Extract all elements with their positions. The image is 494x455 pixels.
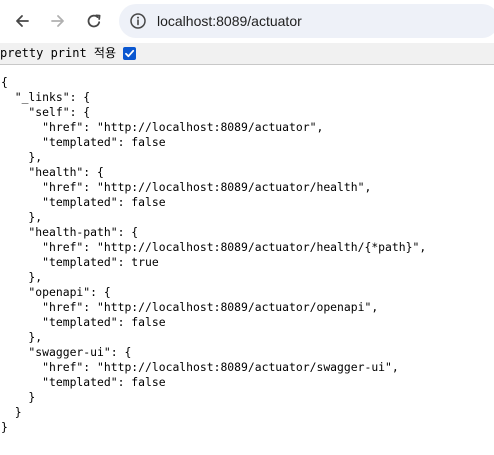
json-line: "templated": false [1, 375, 166, 389]
json-line: } [1, 390, 36, 404]
json-line: "href": "http://localhost:8089/actuator/… [1, 300, 379, 314]
json-line: "templated": false [1, 315, 166, 329]
json-line: "templated": false [1, 195, 166, 209]
json-line: "href": "http://localhost:8089/actuator/… [1, 240, 427, 254]
json-line: } [1, 420, 8, 434]
json-line: "openapi": { [1, 285, 111, 299]
pretty-print-checkbox[interactable] [123, 47, 136, 60]
json-line: { [1, 75, 8, 89]
pretty-print-label: pretty print 적용 [0, 46, 117, 60]
json-line: "href": "http://localhost:8089/actuator/… [1, 360, 399, 374]
reload-button[interactable] [79, 6, 109, 36]
arrow-right-icon [51, 15, 64, 27]
back-button[interactable] [7, 6, 37, 36]
json-line: "templated": false [1, 135, 166, 149]
json-line: }, [1, 330, 43, 344]
url-text: localhost:8089/actuator [157, 13, 302, 29]
json-line: "self": { [1, 105, 91, 119]
json-line: "templated": true [1, 255, 159, 269]
json-line: } [1, 405, 22, 419]
json-line: "_links": { [1, 90, 91, 104]
forward-button[interactable] [43, 6, 73, 36]
checkmark-icon [125, 49, 135, 58]
reload-icon [87, 14, 101, 28]
json-line: "health-path": { [1, 225, 139, 239]
json-line: }, [1, 150, 43, 164]
json-line: }, [1, 210, 43, 224]
arrow-left-icon [16, 15, 29, 27]
info-icon[interactable] [129, 12, 147, 30]
json-content: { "_links": { "self": { "href": "http://… [1, 75, 426, 435]
json-line: "swagger-ui": { [1, 345, 132, 359]
pretty-print-bar: pretty print 적용 [0, 43, 494, 65]
json-line: }, [1, 270, 43, 284]
json-line: "href": "http://localhost:8089/actuator"… [1, 120, 324, 134]
address-bar[interactable]: localhost:8089/actuator [119, 4, 494, 38]
browser-toolbar: localhost:8089/actuator [0, 0, 494, 42]
json-line: "href": "http://localhost:8089/actuator/… [1, 180, 372, 194]
json-line: "health": { [1, 165, 104, 179]
